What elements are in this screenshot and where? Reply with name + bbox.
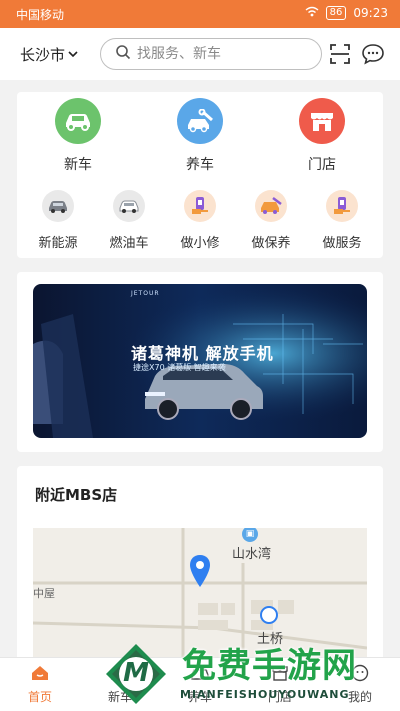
search-input[interactable] <box>137 46 307 62</box>
nav-label: 养车 <box>187 690 212 704</box>
maintenance-icon <box>255 190 287 222</box>
new-car-icon <box>85 662 155 684</box>
category-minor-repair[interactable]: 做小修 <box>167 190 233 251</box>
battery-level: 86 <box>325 6 347 20</box>
category-card: 新车 养车 门店 新能源 燃油车 做小修 做保养 做服务 <box>17 92 383 258</box>
category-ev[interactable]: 新能源 <box>25 190 91 251</box>
search-box[interactable] <box>100 38 322 70</box>
nav-label: 门店 <box>267 690 292 704</box>
car-repair-icon <box>177 98 223 144</box>
chevron-down-icon <box>67 46 79 64</box>
nav-profile[interactable]: 我的 <box>325 662 395 705</box>
search-icon <box>115 44 131 64</box>
category-label: 做保养 <box>251 236 291 251</box>
nav-car-care[interactable]: 养车 <box>165 662 235 705</box>
category-label: 燃油车 <box>109 236 149 251</box>
wifi-icon <box>305 6 319 20</box>
bottom-nav: 首页 新车 养车 门店 我的 <box>0 657 400 711</box>
map-label: 山水湾 <box>232 547 272 562</box>
map-label: 土桥 <box>257 632 284 647</box>
category-label: 新能源 <box>38 236 78 251</box>
category-store[interactable]: 门店 <box>282 98 362 174</box>
map-label: 中屋 <box>33 587 55 600</box>
carrier-label: 中国移动 <box>16 8 65 22</box>
nav-label: 新车 <box>107 690 132 704</box>
nav-label: 我的 <box>347 690 372 704</box>
banner-headline: 诸葛神机 解放手机 <box>131 344 274 363</box>
rail-station-icon <box>260 606 278 624</box>
fuel-car-icon <box>113 190 145 222</box>
status-icons: 86 09:23 <box>305 6 388 20</box>
profile-icon <box>325 662 395 684</box>
map-view[interactable]: ▣ 山水湾 中屋 土桥 <box>33 528 367 666</box>
minor-repair-icon <box>184 190 216 222</box>
nav-new-car[interactable]: 新车 <box>85 662 155 705</box>
top-header: 长沙市 <box>0 28 400 80</box>
category-label: 养车 <box>186 157 214 173</box>
map-pin-icon <box>189 554 211 592</box>
store-nav-icon <box>245 662 315 684</box>
promo-banner[interactable]: JETOUR 诸葛神机 解放手机 捷途X70 诸葛版 智趣来袭 <box>33 284 367 438</box>
category-label: 新车 <box>64 157 92 173</box>
category-label: 门店 <box>308 157 336 173</box>
category-label: 做小修 <box>180 236 220 251</box>
store-icon <box>299 98 345 144</box>
status-time: 09:23 <box>353 6 388 20</box>
banner-brand: JETOUR <box>131 290 160 297</box>
category-maintenance[interactable]: 做保养 <box>238 190 304 251</box>
category-label: 做服务 <box>322 236 362 251</box>
car-icon <box>55 98 101 144</box>
ev-car-icon <box>42 190 74 222</box>
nav-store[interactable]: 门店 <box>245 662 315 705</box>
category-service[interactable]: 做服务 <box>309 190 375 251</box>
message-icon[interactable] <box>361 43 385 69</box>
scan-icon[interactable] <box>329 43 351 69</box>
city-label: 长沙市 <box>20 46 66 64</box>
category-fuel[interactable]: 燃油车 <box>96 190 162 251</box>
nav-home[interactable]: 首页 <box>5 662 75 705</box>
section-title: 附近MBS店 <box>35 486 118 504</box>
car-care-icon <box>165 662 235 684</box>
nearby-stores-card: 附近MBS店 ▣ 山水湾 中屋 土桥 <box>17 466 383 666</box>
status-bar: 中国移动 86 09:23 <box>0 0 400 28</box>
service-icon <box>326 190 358 222</box>
category-new-car[interactable]: 新车 <box>38 98 118 174</box>
banner-card: JETOUR 诸葛神机 解放手机 捷途X70 诸葛版 智趣来袭 <box>17 272 383 452</box>
home-icon <box>5 662 75 684</box>
category-car-care[interactable]: 养车 <box>160 98 240 174</box>
city-selector[interactable]: 长沙市 <box>20 44 79 65</box>
banner-subline: 捷途X70 诸葛版 智趣来袭 <box>133 363 226 372</box>
nav-label: 首页 <box>27 690 52 704</box>
